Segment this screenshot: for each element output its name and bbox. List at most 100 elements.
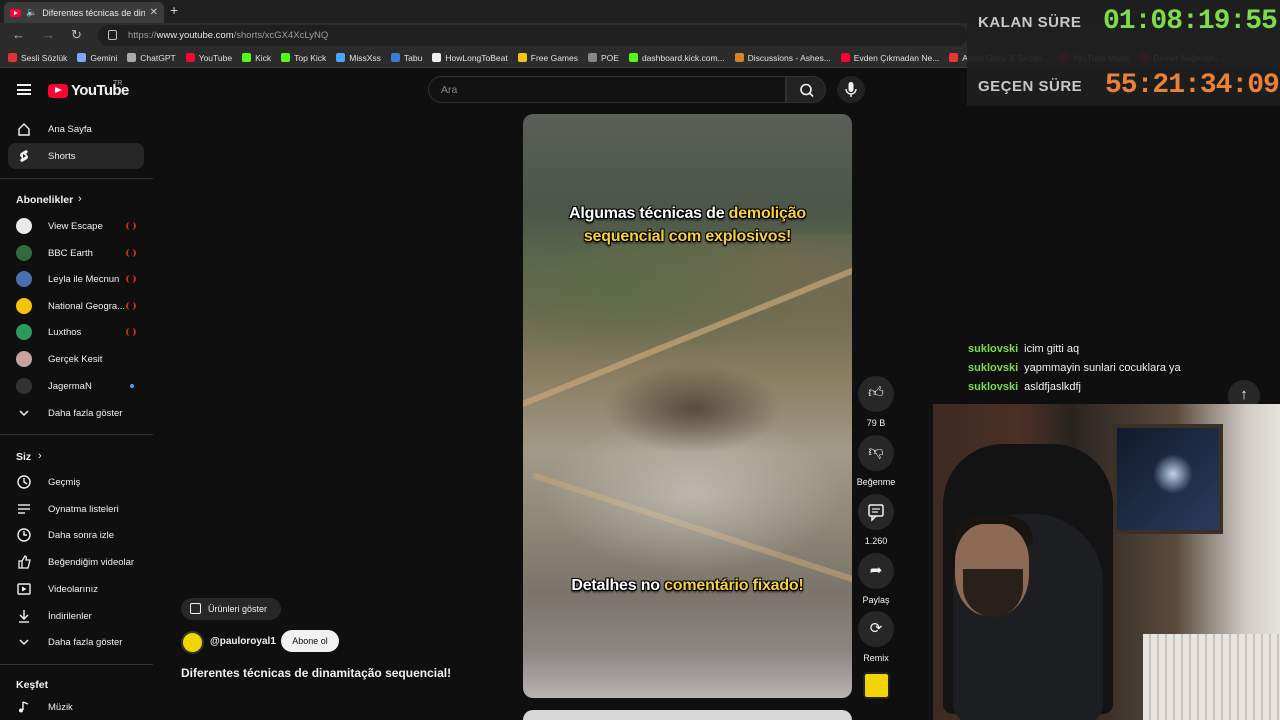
bookmark-label: Tabu [403, 52, 423, 63]
sidebar-item[interactable]: Daha fazla göster [8, 400, 144, 426]
bookmark-label: ChatGPT [140, 52, 176, 63]
subscription-item[interactable]: National Geogra... [8, 293, 144, 319]
speaker-icon[interactable]: 🔈 [26, 7, 37, 18]
subscription-item[interactable]: Luxthos [8, 319, 144, 345]
chevron-right-icon[interactable]: › [78, 193, 82, 205]
chat-message: suklovski icim gitti aq [968, 343, 1079, 355]
bookmark-label: HowLongToBeat [445, 52, 508, 63]
reload-icon[interactable]: ↻ [71, 27, 82, 43]
remix-button[interactable]: ⟳ [858, 611, 894, 647]
sidebar-item[interactable]: İndirilenler [8, 603, 144, 629]
subscription-item[interactable]: Gerçek Kesit [8, 346, 144, 372]
share-label: Paylaş [862, 595, 890, 605]
sidebar-item-label: Daha fazla göster [48, 408, 123, 419]
bookmark-item[interactable]: Discussions - Ashes... [734, 52, 831, 63]
live-indicator-icon [126, 275, 136, 284]
channel-avatar[interactable] [181, 631, 204, 654]
channel-name[interactable]: @pauloroyal1 [210, 636, 276, 647]
remix-label: Remix [863, 653, 889, 663]
sidebar-item[interactable]: Ana Sayfa [8, 116, 144, 142]
next-short-preview[interactable] [523, 710, 852, 720]
like-count: 79 B [866, 418, 886, 428]
bookmark-favicon-icon [628, 53, 638, 62]
bookmark-item[interactable]: HowLongToBeat [432, 52, 508, 63]
bookmark-favicon-icon [432, 53, 442, 62]
bookmark-item[interactable]: POE [588, 53, 619, 63]
shorts-video-player[interactable]: Algumas técnicas de demolição sequencial… [523, 114, 852, 698]
chat-username: suklovski [968, 362, 1019, 374]
channel-avatar [16, 351, 32, 367]
bookmark-item[interactable]: MissXss [336, 53, 381, 63]
live-indicator-icon [126, 301, 136, 310]
sidebar-item[interactable]: Müzik [8, 694, 144, 720]
new-tab-icon[interactable]: + [170, 2, 178, 18]
subscription-item[interactable]: View Escape [8, 213, 144, 239]
bookmark-label: Discussions - Ashes... [747, 52, 831, 63]
sidebar-item[interactable]: Daha fazla göster [8, 629, 144, 655]
search-input[interactable]: Ara [428, 76, 786, 103]
bookmark-label: dashboard.kick.com... [641, 52, 725, 63]
channel-avatar [16, 271, 32, 288]
browser-tab[interactable]: 🔈 Diferentes técnicas de dinamitação seq… [4, 2, 164, 23]
microphone-icon [845, 82, 857, 97]
bookmark-item[interactable]: Gemini [77, 53, 117, 63]
comments-action[interactable]: 1.260 [858, 494, 894, 546]
share-action[interactable]: ➦ Paylaş [858, 553, 894, 605]
sidebar-item[interactable]: Oynatma listeleri [8, 496, 144, 522]
bookmark-favicon-icon [734, 53, 744, 62]
sidebar-item[interactable]: Beğendiğim videolar [8, 549, 144, 575]
webcam-radiator [1143, 634, 1280, 720]
url-field[interactable]: https://www.youtube.com/shorts/xcGX4XcLy… [98, 25, 968, 46]
caption-bottom-text: Detalhes no [571, 577, 665, 594]
show-products-button[interactable]: Ürünleri göster [181, 598, 281, 620]
back-icon[interactable]: ← [12, 27, 25, 42]
shorts-icon [20, 150, 28, 162]
remix-action[interactable]: ⟳ Remix [858, 611, 894, 663]
bookmark-item[interactable]: dashboard.kick.com... [628, 52, 725, 63]
bookmark-favicon-icon [185, 53, 195, 62]
like-action[interactable]: 👍︎ 79 B [858, 376, 894, 428]
like-button[interactable]: 👍︎ [858, 376, 894, 412]
bookmark-favicon-icon [517, 53, 527, 62]
elapsed-time-value: 55:21:34:09 [1105, 70, 1280, 101]
subscriptions-heading[interactable]: Abonelikler [16, 194, 73, 206]
site-info-icon[interactable] [108, 30, 117, 40]
sidebar-item[interactable]: Geçmiş [8, 469, 144, 495]
search-button[interactable] [786, 76, 826, 103]
subscription-item[interactable]: BBC Earth [8, 240, 144, 266]
video-frame-explosion [603, 364, 783, 454]
downloads-icon [19, 609, 29, 623]
bookmark-item[interactable]: Kick [242, 53, 271, 63]
bookmark-item[interactable]: YouTube [185, 53, 232, 63]
video-title[interactable]: Diferentes técnicas de dinamitação seque… [181, 666, 451, 680]
bookmark-item[interactable]: Tabu [390, 52, 423, 63]
bookmark-label: Evden Çıkmadan Ne... [853, 52, 940, 63]
dislike-action[interactable]: 👎︎ Beğenme [855, 435, 897, 487]
bookmark-favicon-icon [336, 53, 346, 62]
sidebar-item[interactable]: Shorts [8, 143, 144, 169]
forward-icon[interactable]: → [42, 27, 55, 42]
dislike-button[interactable]: 👎︎ [858, 435, 894, 471]
sidebar-item[interactable]: Videolarınız [8, 576, 144, 602]
voice-search-button[interactable] [837, 76, 865, 103]
bookmark-item[interactable]: Top Kick [281, 53, 326, 63]
you-heading[interactable]: Siz [16, 451, 31, 463]
bookmark-item[interactable]: Free Games [517, 53, 578, 63]
bookmark-item[interactable]: Sesli Sözlük [8, 53, 67, 63]
close-tab-icon[interactable]: ✕ [150, 7, 158, 18]
bookmark-label: Top Kick [294, 52, 327, 63]
share-button[interactable]: ➦ [858, 553, 894, 589]
chevron-right-icon[interactable]: › [38, 450, 42, 462]
sidebar-item[interactable]: Daha sonra izle [8, 522, 144, 548]
comments-button[interactable] [858, 494, 894, 530]
subscription-item[interactable]: JagermaN [8, 373, 144, 399]
url-host: www.youtube.com [156, 30, 234, 41]
bookmark-item[interactable]: ChatGPT [127, 52, 176, 63]
subscription-item[interactable]: Leyla ile Mecnun [8, 266, 144, 292]
channel-avatar [16, 244, 32, 261]
menu-icon[interactable] [17, 84, 31, 95]
subscribe-button[interactable]: Abone ol [281, 630, 339, 652]
channel-thumbnail-icon[interactable] [863, 672, 890, 699]
channel-avatar [16, 297, 32, 314]
bookmark-item[interactable]: Evden Çıkmadan Ne... [840, 52, 940, 63]
